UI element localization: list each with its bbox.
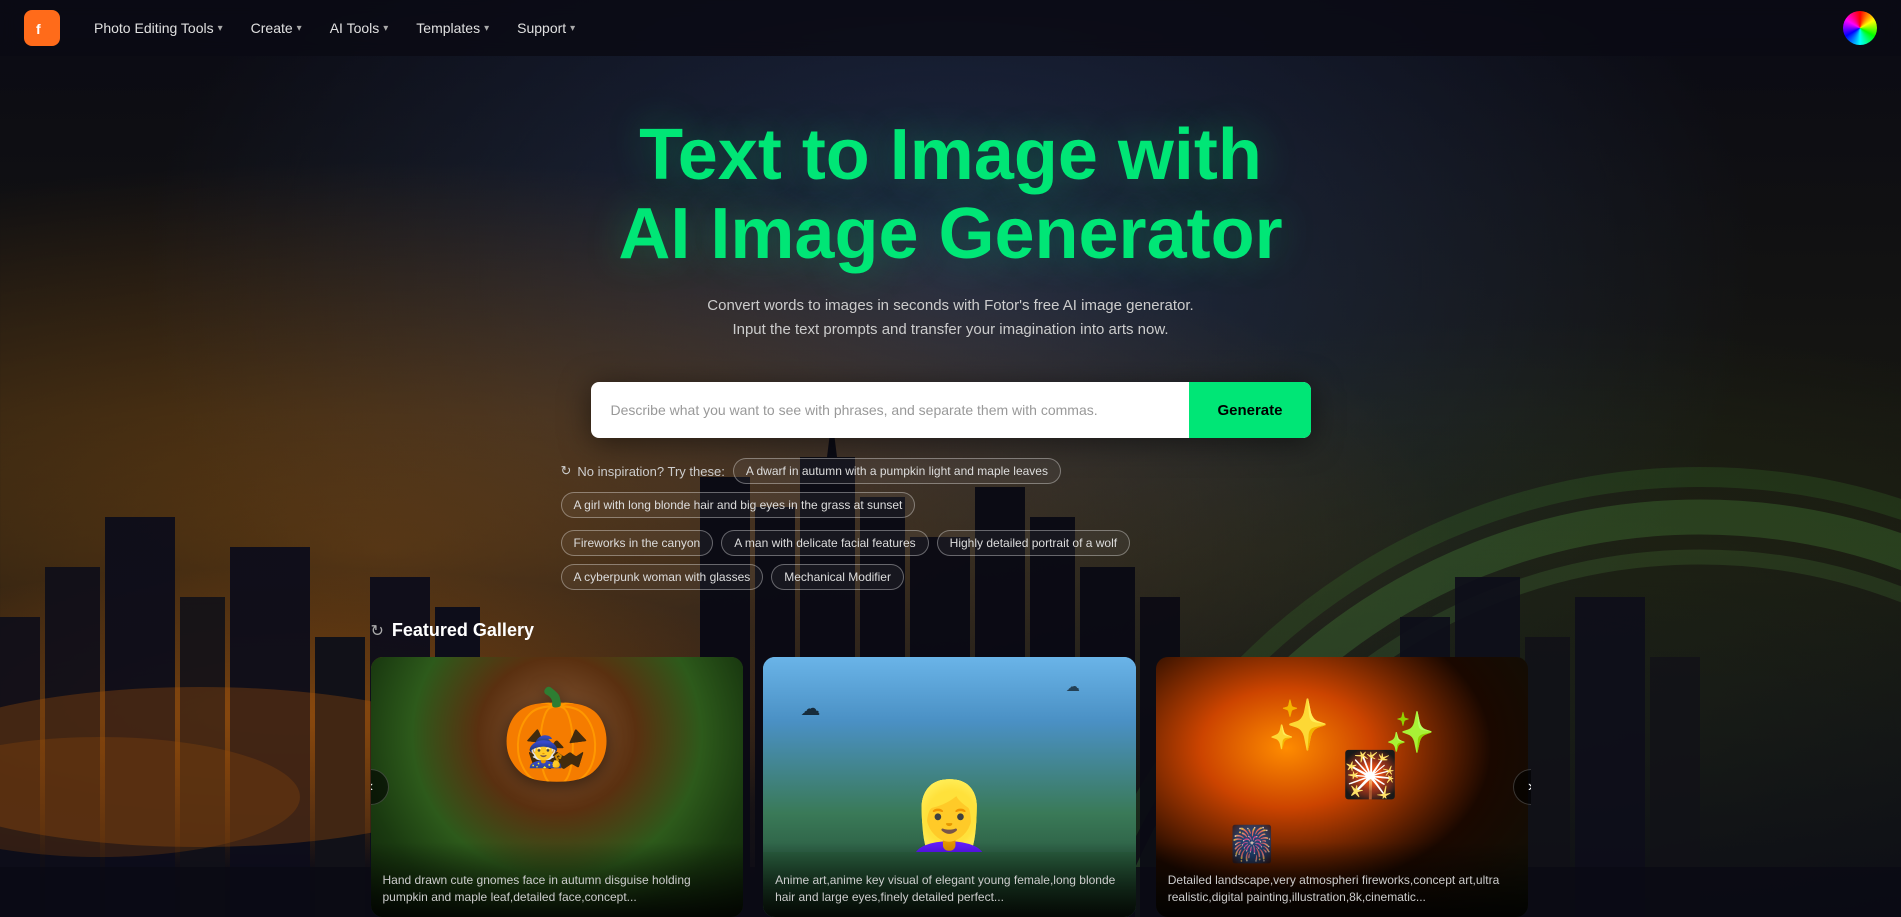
gallery-card-fireworks[interactable]: ✨ ✨ 🎇 🎆 Detailed landscape,very atmosphe… [1156,657,1529,917]
svg-text:f: f [36,21,41,37]
hero-content: Text to Image with AI Image Generator Co… [0,56,1901,917]
gallery-card-anime[interactable]: ☁ ☁ 👱‍♀️ Anime art,anime key visual of e… [763,657,1136,917]
nav-photo-editing-label: Photo Editing Tools [94,20,214,36]
chevron-down-icon: ▾ [383,23,388,34]
tag-button-0[interactable]: A dwarf in autumn with a pumpkin light a… [733,458,1061,484]
inspiration-label: ↻ No inspiration? Try these: [561,463,725,479]
tag-button-1[interactable]: A girl with long blonde hair and big eye… [561,492,916,518]
prompt-input[interactable] [591,382,1190,438]
hero-title-line2: AI Image Generator [618,194,1282,274]
hero-section: Text to Image with AI Image Generator Co… [0,0,1901,917]
chevron-down-icon: ▾ [218,23,223,34]
nav-ai-tools[interactable]: AI Tools ▾ [320,14,399,42]
gallery-card-gnome[interactable]: 🎃 🧙 Hand drawn cute gnomes face in autum… [371,657,744,917]
tag-button-6[interactable]: Mechanical Modifier [771,564,904,590]
navbar: f Photo Editing Tools ▾ Create ▾ AI Tool… [0,0,1901,56]
tag-button-5[interactable]: A cyberpunk woman with glasses [561,564,764,590]
nav-ai-tools-label: AI Tools [330,20,380,36]
prompt-search-bar: Generate [591,382,1311,438]
hero-subtitle: Convert words to images in seconds with … [691,294,1211,342]
gallery-icon: ↻ [371,621,384,641]
featured-header: ↻ Featured Gallery [371,620,1531,641]
nav-templates-label: Templates [416,20,480,36]
nav-support[interactable]: Support ▾ [507,14,585,42]
user-avatar[interactable] [1843,11,1877,45]
chevron-down-icon: ▾ [570,23,575,34]
nav-templates[interactable]: Templates ▾ [406,14,499,42]
nav-photo-editing[interactable]: Photo Editing Tools ▾ [84,14,233,42]
featured-title: Featured Gallery [392,620,534,641]
refresh-icon: ↻ [561,463,572,479]
gallery-card-gnome-caption: Hand drawn cute gnomes face in autumn di… [371,842,744,917]
featured-gallery-section: ↻ Featured Gallery ‹ 🎃 🧙 Hand drawn cute… [351,620,1551,917]
tag-button-3[interactable]: A man with delicate facial features [721,530,928,556]
nav-create-label: Create [251,20,293,36]
fotor-logo-icon: f [24,10,60,46]
tag-button-4[interactable]: Highly detailed portrait of a wolf [937,530,1130,556]
chevron-down-icon: ▾ [297,23,302,34]
gallery-card-anime-caption: Anime art,anime key visual of elegant yo… [763,842,1136,917]
brand-logo[interactable]: f [24,10,60,46]
hero-title-line1: Text to Image with [639,115,1262,195]
gallery-carousel: ‹ 🎃 🧙 Hand drawn cute gnomes face in aut… [371,657,1531,917]
gallery-card-fireworks-caption: Detailed landscape,very atmospheri firew… [1156,842,1529,917]
tag-button-2[interactable]: Fireworks in the canyon [561,530,714,556]
chevron-down-icon: ▾ [484,23,489,34]
nav-support-label: Support [517,20,566,36]
nav-create[interactable]: Create ▾ [241,14,312,42]
generate-button[interactable]: Generate [1189,382,1310,438]
hero-title: Text to Image with AI Image Generator [618,116,1282,274]
inspiration-row: ↻ No inspiration? Try these: A dwarf in … [561,458,1341,518]
tags-row2: Fireworks in the canyon A man with delic… [561,530,1341,590]
